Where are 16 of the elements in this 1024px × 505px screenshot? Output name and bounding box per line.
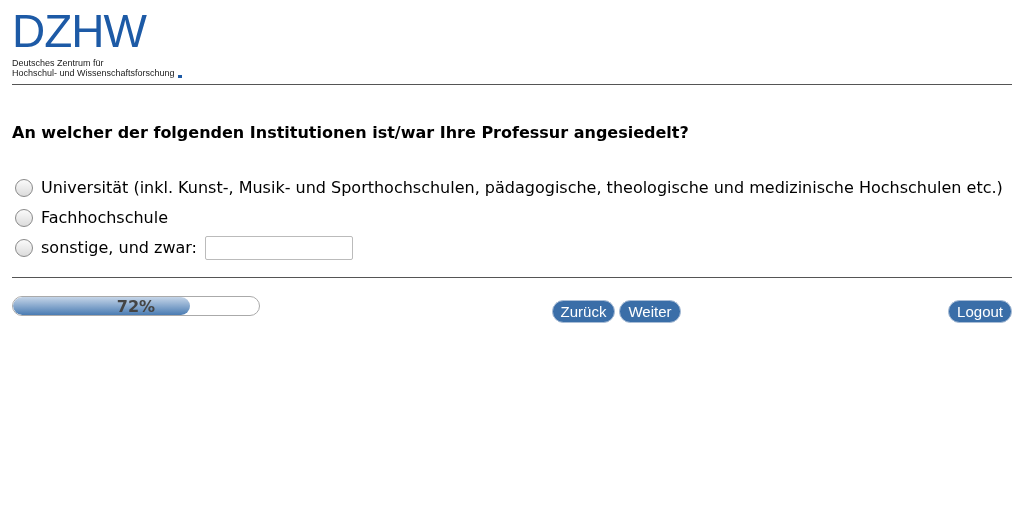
question-text: An welcher der folgenden Institutionen ist/war Ihre Professur angesiedelt? bbox=[12, 122, 690, 144]
progress-reading: 72% bbox=[115, 297, 157, 315]
radio-button[interactable] bbox=[15, 239, 33, 257]
logo-subtitle: Hochschul- und Wissenschaftsforschung bbox=[12, 68, 175, 78]
logout-button[interactable]: Logout bbox=[948, 300, 1012, 323]
logo-square-icon bbox=[177, 75, 182, 78]
radio-button[interactable] bbox=[15, 209, 33, 227]
option-label: Fachhochschule bbox=[41, 207, 169, 229]
logo-subtitle: Deutsches Zentrum für bbox=[12, 58, 105, 68]
option-label: Universität (inkl. Kunst-, Musik- und Sporthochschulen, pädagogische, theologische und medizinische Hochschulen etc.) bbox=[41, 177, 1003, 199]
next-button[interactable]: Weiter bbox=[619, 300, 681, 323]
option-label: sonstige, und zwar: bbox=[41, 237, 197, 259]
back-button[interactable]: Zurück bbox=[551, 300, 616, 323]
input-field[interactable] bbox=[205, 236, 353, 260]
logo-wordmark: DZHW bbox=[12, 8, 148, 54]
radio-button[interactable] bbox=[15, 179, 33, 197]
